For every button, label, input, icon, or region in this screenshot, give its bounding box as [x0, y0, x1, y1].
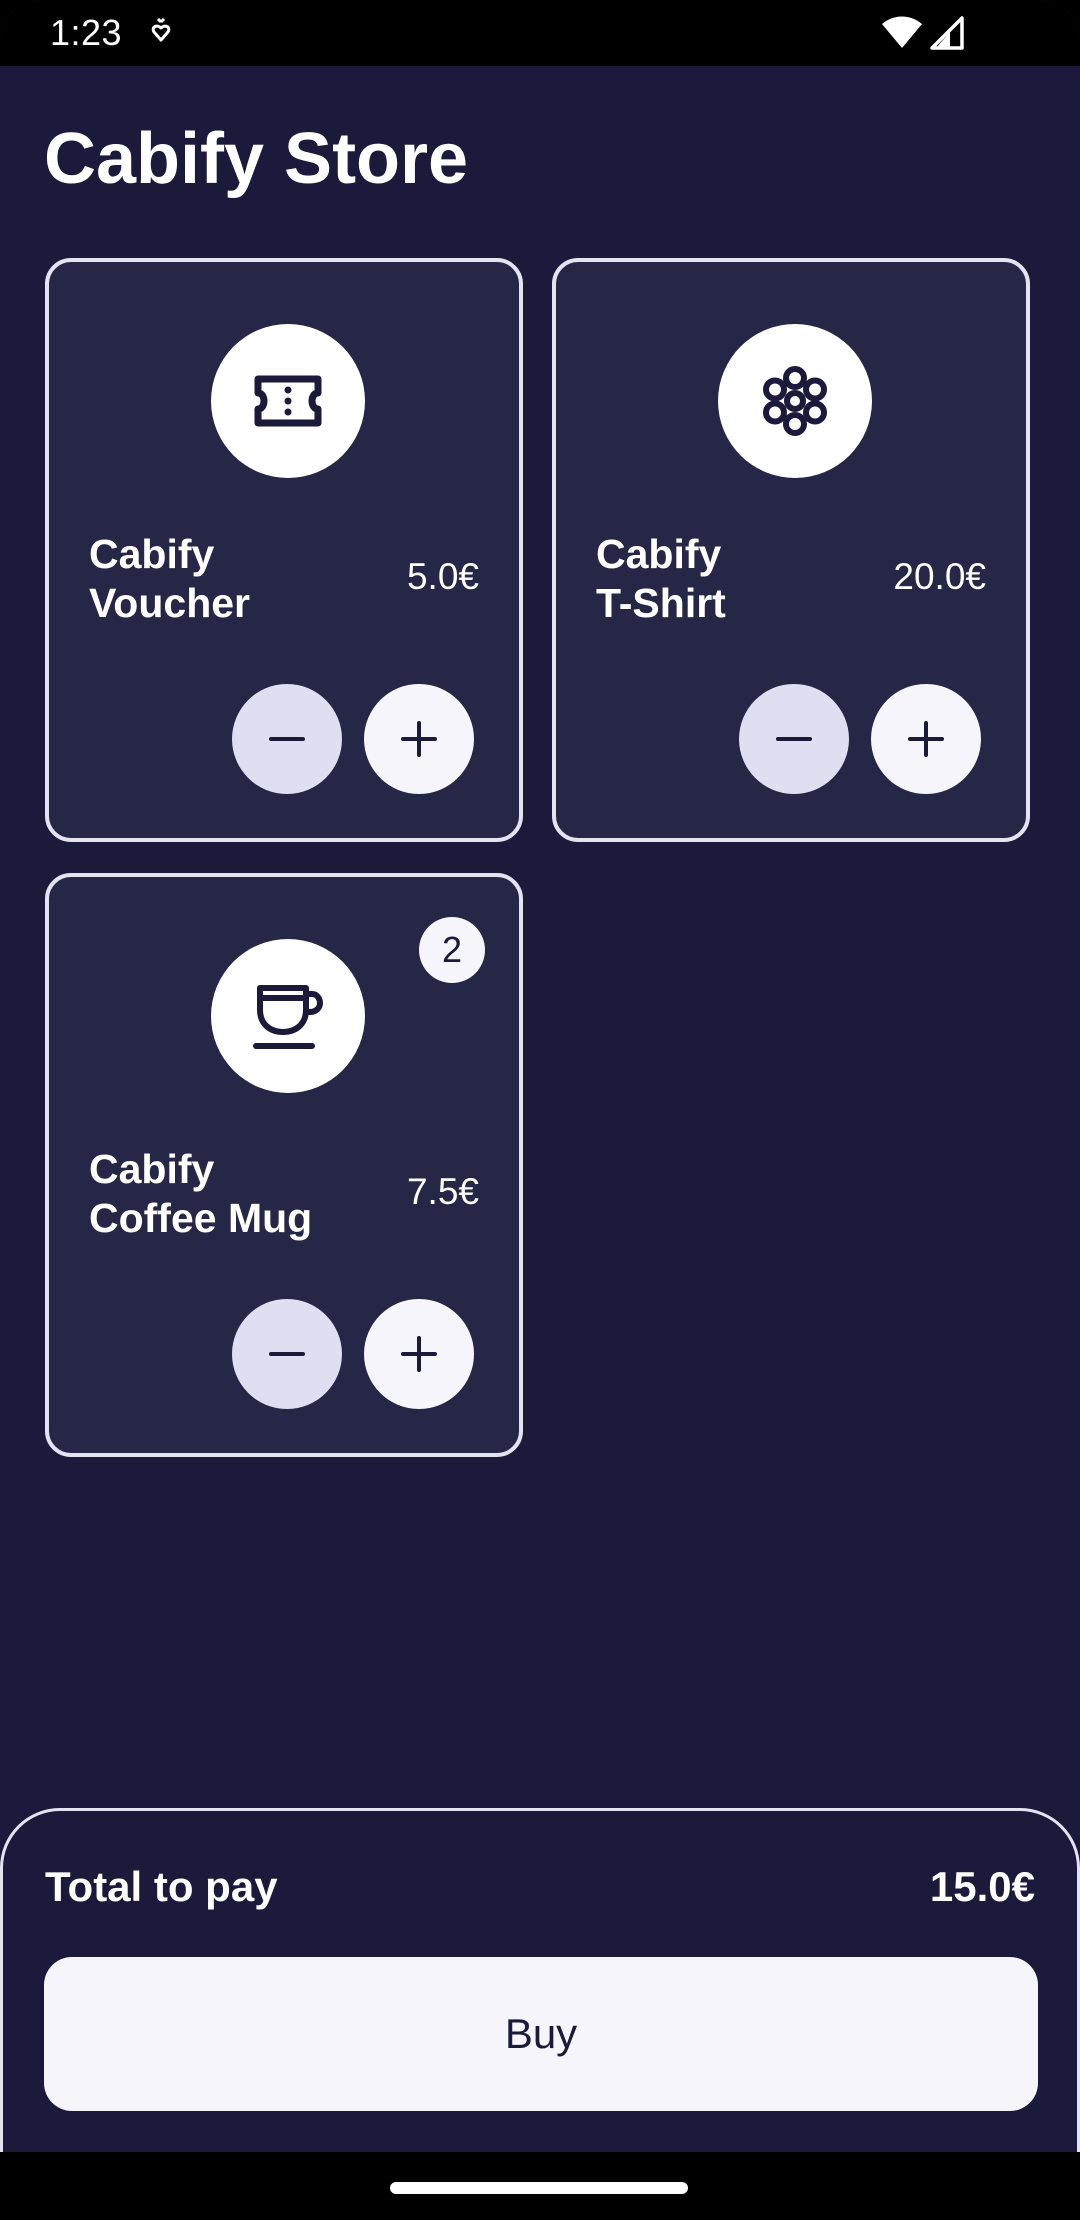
buy-button[interactable]: Buy [44, 1957, 1038, 2111]
product-name-line-1: Cabify [89, 1146, 215, 1192]
home-gesture-handle[interactable] [390, 2182, 688, 2194]
decrease-quantity-button[interactable] [739, 684, 849, 794]
status-time: 1:23 [50, 12, 123, 53]
product-name: Cabify Coffee Mug [89, 1145, 369, 1243]
product-name: Cabify Voucher [89, 530, 369, 628]
product-name-line-1: Cabify [89, 531, 215, 577]
product-card-voucher: Cabify Voucher 5.0€ [45, 258, 523, 842]
ticket-icon [254, 375, 322, 427]
total-value: 15.0€ [929, 1863, 1035, 1910]
heart-icon [151, 18, 171, 42]
plus-icon [401, 721, 437, 757]
wifi-icon [882, 16, 922, 48]
checkout-panel: Total to pay 15.0€ Buy [0, 1808, 1080, 2152]
increase-quantity-button[interactable] [871, 684, 981, 794]
decrease-quantity-button[interactable] [232, 1299, 342, 1409]
page-title: Cabify Store [44, 119, 469, 199]
signal-icon [930, 16, 964, 50]
flower-icon [763, 366, 827, 436]
product-name-line-2: Voucher [89, 580, 250, 626]
product-name-line-2: T-Shirt [596, 580, 726, 626]
quantity-badge: 2 [419, 917, 485, 983]
plus-icon [908, 721, 944, 757]
product-price: 20.0€ [893, 556, 986, 597]
product-name: Cabify T-Shirt [596, 530, 876, 628]
navigation-bar [0, 2152, 1080, 2220]
total-label: Total to pay [45, 1863, 278, 1910]
product-icon-circle [211, 939, 365, 1093]
product-icon-circle [211, 324, 365, 478]
product-price: 5.0€ [406, 556, 479, 597]
coffee-cup-icon [253, 985, 323, 1049]
product-card-coffee-mug: 2 Cabify Coffee Mug 7.5€ [45, 873, 523, 1457]
app-screen: 1:23 Cabify Store Cabify Voucher 5.0€ Ca… [0, 0, 1080, 2220]
increase-quantity-button[interactable] [364, 684, 474, 794]
product-name-line-2: Coffee Mug [89, 1195, 313, 1241]
product-price: 7.5€ [406, 1171, 479, 1212]
status-bar: 1:23 [0, 0, 1080, 66]
product-name-line-1: Cabify [596, 531, 722, 577]
minus-icon [776, 737, 812, 741]
product-card-tshirt: Cabify T-Shirt 20.0€ [552, 258, 1030, 842]
increase-quantity-button[interactable] [364, 1299, 474, 1409]
minus-icon [269, 737, 305, 741]
product-icon-circle [718, 324, 872, 478]
minus-icon [269, 1352, 305, 1356]
plus-icon [401, 1336, 437, 1372]
decrease-quantity-button[interactable] [232, 684, 342, 794]
